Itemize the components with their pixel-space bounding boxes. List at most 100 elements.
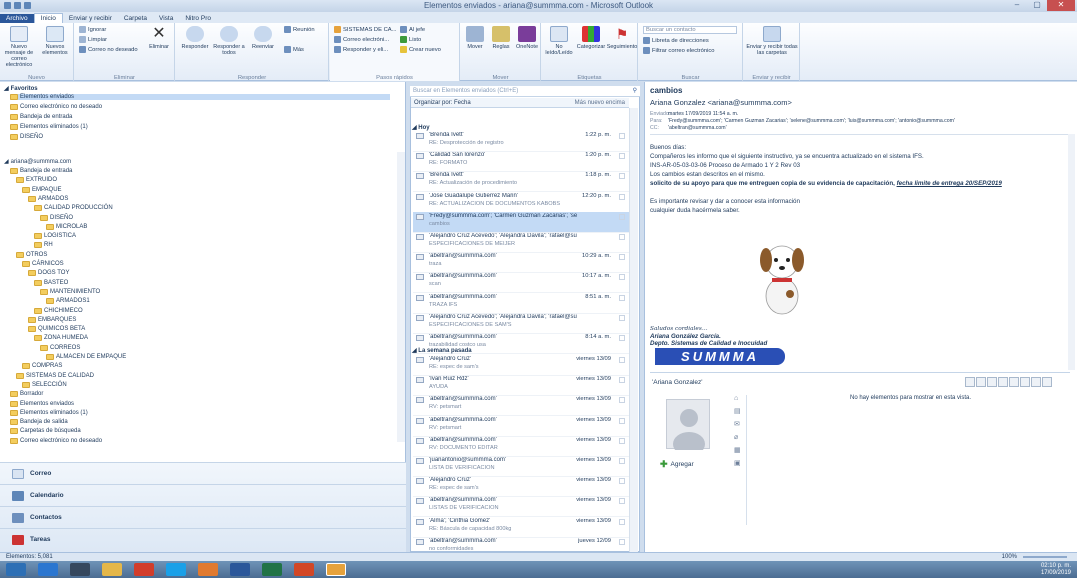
meetings-icon[interactable]: ▦ <box>734 446 741 454</box>
message-row[interactable]: 'Calidad San lorenzo' RE: FORMATO 1:20 p. … <box>413 151 629 173</box>
excel-icon[interactable] <box>262 563 282 576</box>
start-icon[interactable] <box>6 563 26 576</box>
zoom-slider[interactable] <box>1023 556 1067 558</box>
folder-tree-item[interactable]: Carpetas de búsqueda <box>10 428 81 435</box>
add-contact-button[interactable]: ✚ Agregar <box>660 459 694 470</box>
flag-icon[interactable] <box>619 254 625 261</box>
skype-icon[interactable] <box>166 563 186 576</box>
tab-send-receive[interactable]: Enviar y recibir <box>63 14 118 23</box>
new-items-button[interactable]: Nuevos elementos <box>38 26 72 56</box>
folder-tree-item[interactable]: CALIDAD PRODUCCIÓN <box>34 205 113 212</box>
person-thumb-icon[interactable] <box>998 377 1008 387</box>
flag-icon[interactable] <box>619 314 625 321</box>
nav-tasks-button[interactable]: Tareas <box>0 528 406 550</box>
search-input[interactable]: Buscar en Elementos enviados (Ctrl+E) ⚲ <box>410 86 640 97</box>
folder-tree-item[interactable]: RH <box>34 242 53 249</box>
message-row[interactable]: 'Jose Guadalupe Gutierrez Marin' RE: ACTU… <box>413 192 629 213</box>
flag-icon[interactable] <box>619 478 625 485</box>
clean-button[interactable]: Limpiar <box>79 36 107 43</box>
message-row[interactable]: 'Alejandro Cruz' RE: espec de sam's vierne… <box>413 476 629 498</box>
app-icon[interactable] <box>134 563 154 576</box>
message-row[interactable]: 'Brenda Ivett' RE: Actualización de proce… <box>413 171 629 193</box>
flag-icon[interactable] <box>619 335 625 341</box>
flag-icon[interactable] <box>619 153 625 160</box>
quick-step-boss[interactable]: Al jefe <box>400 26 425 33</box>
favorite-folder[interactable]: DISEÑO <box>10 134 43 140</box>
flag-icon[interactable] <box>619 234 625 240</box>
close-button[interactable]: ✕ <box>1047 0 1075 11</box>
flag-icon[interactable] <box>619 417 625 424</box>
nav-calendar-button[interactable]: Calendario <box>0 484 406 506</box>
folder-tree-item[interactable]: DISEÑO <box>40 214 73 221</box>
folder-tree-item[interactable]: ZONA HUMEDA <box>34 335 88 342</box>
delete-button[interactable]: ✕ Eliminar <box>145 26 173 51</box>
new-email-button[interactable]: Nuevo mensaje de correo electrónico <box>2 26 36 68</box>
person-thumb-icon[interactable] <box>965 377 975 387</box>
folder-tree-item[interactable]: Elementos eliminados (1) <box>10 409 88 416</box>
junk-button[interactable]: Correo no deseado <box>79 46 138 53</box>
message-row[interactable]: 'Alejandro Cruz Acevedo'; 'Alejandra Dav… <box>413 313 629 334</box>
quick-step-sistemas[interactable]: SISTEMAS DE CA... <box>334 26 396 33</box>
flag-icon[interactable] <box>619 193 625 200</box>
flag-icon[interactable] <box>619 294 625 301</box>
flag-icon[interactable] <box>619 397 625 404</box>
nav-scrollbar[interactable] <box>397 152 405 442</box>
folder-tree-item[interactable]: SISTEMAS DE CALIDAD <box>16 372 94 379</box>
folder-tree-item[interactable]: ARMADOS <box>28 195 68 202</box>
flag-icon[interactable] <box>619 377 625 384</box>
folder-tree-item[interactable]: ALMACEN DE EMPAQUE <box>46 354 126 360</box>
message-row[interactable]: 'abeltran@summma.com' RV: DOCUMENTO EDITA… <box>413 436 629 457</box>
message-row[interactable]: 'Fredy@summma.com'; 'Carmen Guzman Zacar… <box>413 211 629 233</box>
message-row[interactable]: 'Brenda Ivett' RE: Desprotección de regis… <box>413 131 629 152</box>
attachments-icon[interactable]: ⌀ <box>734 433 741 441</box>
ie-icon[interactable] <box>38 563 58 576</box>
favorite-folder[interactable]: Elementos enviados <box>10 94 390 100</box>
folder-tree-item[interactable]: EMBARQUES <box>28 316 76 323</box>
meeting-button[interactable]: Reunión <box>284 26 315 33</box>
powerpoint-icon[interactable] <box>294 563 314 576</box>
zoom-level[interactable]: 100% <box>1002 554 1017 560</box>
email-sender[interactable]: Ariana Gonzalez <ariana@summma.com> <box>650 98 792 107</box>
more-button[interactable]: Más <box>284 46 304 53</box>
folder-tree-item[interactable]: COMPRAS <box>22 363 62 370</box>
explorer-icon[interactable] <box>102 563 122 576</box>
message-row[interactable]: 'abeltran@summma.com' traza 10:29 a. m. <box>413 252 629 274</box>
followup-button[interactable]: ⚑ Seguimiento <box>606 26 638 50</box>
move-button[interactable]: Mover <box>463 26 487 50</box>
favorites-header[interactable]: ◢ Favoritos <box>4 85 38 93</box>
folder-tree-item[interactable]: CHICHIMECO <box>34 307 83 314</box>
folder-tree-item[interactable]: CÁRNICOS <box>22 261 64 267</box>
tab-home[interactable]: Inicio <box>33 13 63 23</box>
message-row[interactable]: 'abeltran@summma.com' scan 10:17 a. m. <box>413 272 629 294</box>
ignore-button[interactable]: Ignorar <box>79 26 106 33</box>
favorite-folder[interactable]: Correo electrónico no deseado <box>10 104 102 110</box>
folder-tree-item[interactable]: DOGS TOY <box>28 270 69 277</box>
nav-mail-button[interactable]: Correo <box>0 462 406 484</box>
group-header-today[interactable]: ◢ Hoy <box>412 124 430 131</box>
folder-tree-item[interactable]: QUIMICOS BETA <box>28 326 85 333</box>
maximize-button[interactable]: ▢ <box>1027 0 1047 11</box>
folder-tree-item[interactable]: BASTEO <box>34 279 68 286</box>
flag-icon[interactable] <box>619 437 625 444</box>
folder-tree-item[interactable]: Bandeja de salida <box>10 419 68 426</box>
folder-tree-item[interactable]: Bandeja de entrada <box>10 168 72 174</box>
message-row[interactable]: 'Alma'; 'Cinthia Gomez' RE: Báscula de ca… <box>413 517 629 538</box>
folder-tree-item[interactable]: OTROS <box>16 251 47 258</box>
folder-tree-item[interactable]: Correo electrónico no deseado <box>10 437 102 444</box>
tab-file[interactable]: Archivo <box>0 14 34 23</box>
folder-tree-item[interactable]: EMPAQUE <box>22 186 62 193</box>
tab-view[interactable]: Vista <box>153 14 179 23</box>
message-row[interactable]: 'abeltran@summma.com' RV: petsmart viernes… <box>413 416 629 437</box>
folder-tree-item[interactable]: EXTRUIDO <box>16 177 57 184</box>
folder-tree-item[interactable]: MICROLAB <box>46 223 87 230</box>
person-thumb-icon[interactable] <box>987 377 997 387</box>
folder-tree-item[interactable]: ARMADOS1 <box>46 298 90 305</box>
person-thumb-icon[interactable] <box>1020 377 1030 387</box>
folder-tree-item[interactable]: CORREOS <box>40 344 80 351</box>
flag-icon[interactable] <box>619 357 625 363</box>
folder-tree-item[interactable]: LOGISTICA <box>34 233 76 240</box>
folder-tree-item[interactable]: MANTENIMIENTO <box>40 288 100 295</box>
favorite-folder[interactable]: Elementos eliminados (1) <box>10 124 88 130</box>
message-row[interactable]: 'Alejandro Cruz' RE: espec de sam's vierne… <box>413 355 629 376</box>
nav-contacts-button[interactable]: Contactos <box>0 506 406 528</box>
